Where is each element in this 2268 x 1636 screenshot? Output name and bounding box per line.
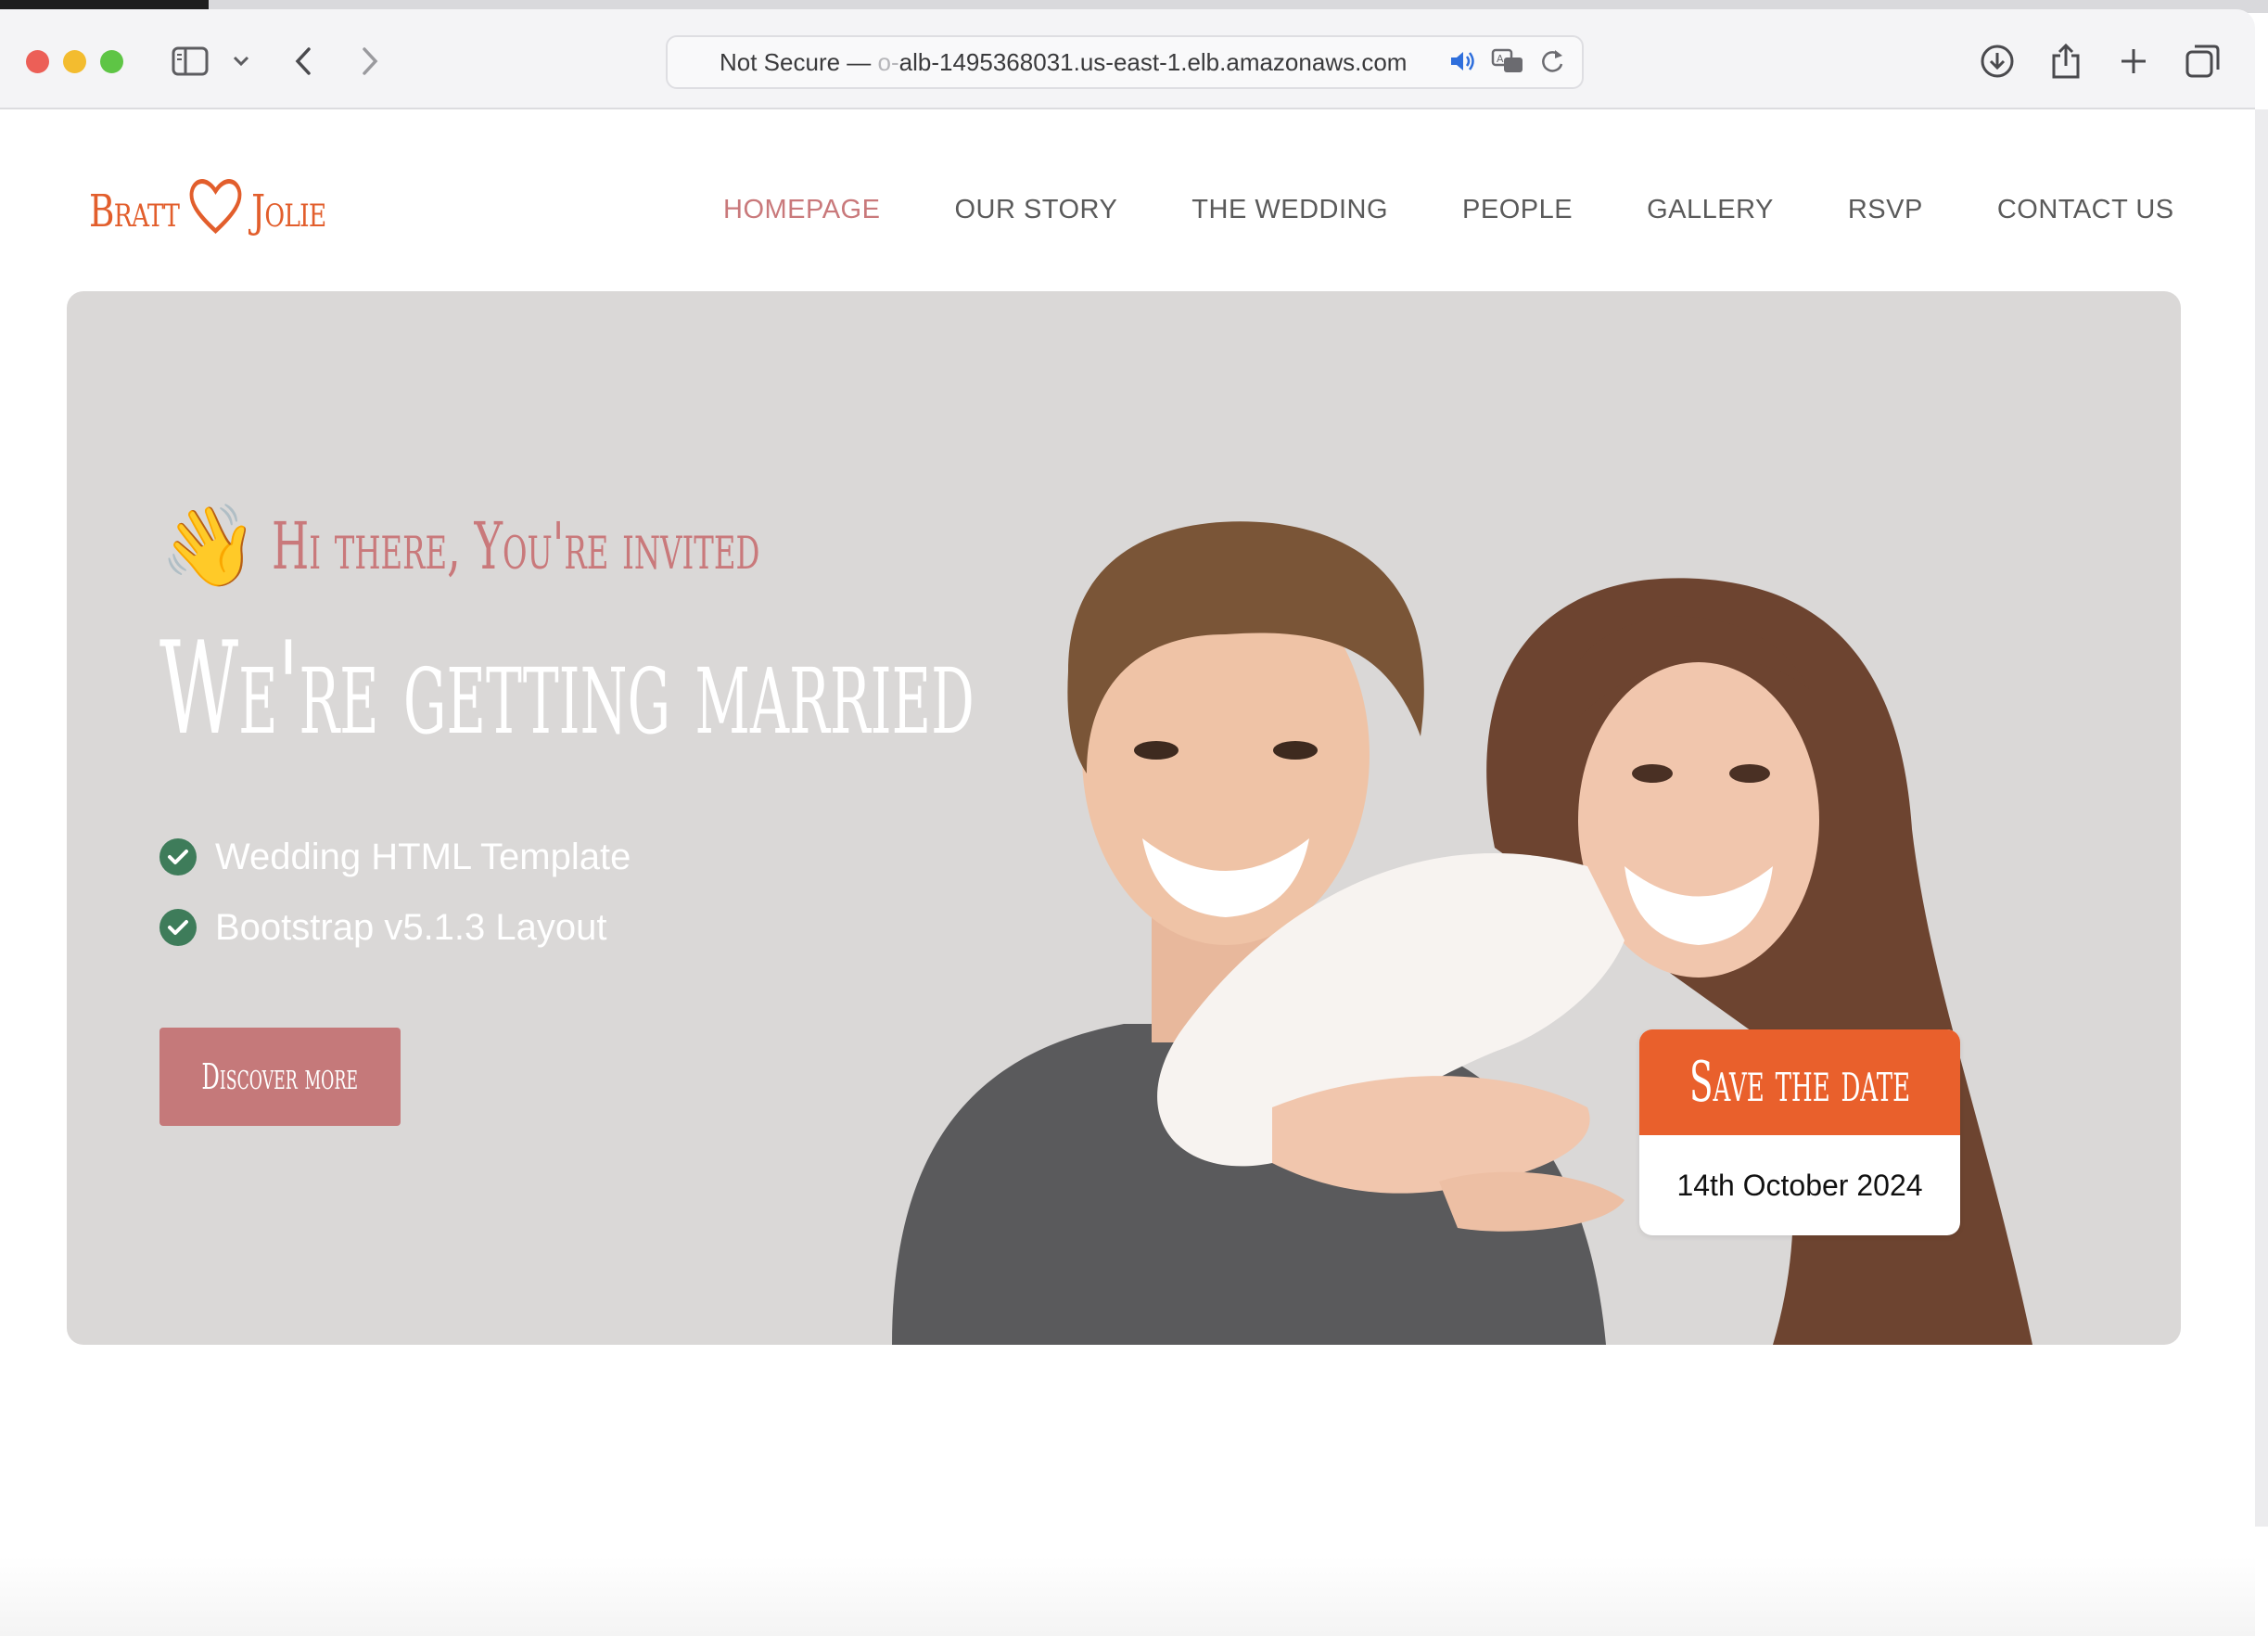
minimize-window-button[interactable]: [63, 50, 86, 73]
page-bottom: [0, 1556, 2255, 1636]
save-the-date-card: Save the date 14th October 2024: [1639, 1029, 1960, 1235]
feature-list: Wedding HTML Template Bootstrap v5.1.3 L…: [159, 822, 631, 963]
feature-text: Bootstrap v5.1.3 Layout: [215, 906, 607, 948]
feature-text: Wedding HTML Template: [215, 836, 631, 877]
hero-headline: We're getting married: [159, 614, 975, 763]
nav-people[interactable]: PEOPLE: [1462, 195, 1573, 225]
hero-section: 👋 Hi there, You're invited We're getting…: [67, 291, 2181, 1345]
nav-the-wedding[interactable]: THE WEDDING: [1191, 195, 1388, 225]
save-the-date-title: Save the date: [1639, 1029, 1960, 1135]
nav-gallery[interactable]: GALLERY: [1647, 195, 1774, 225]
discover-more-label: Discover more: [201, 1056, 359, 1097]
url-faded-prefix: o-: [877, 48, 899, 76]
main-nav: HOMEPAGE OUR STORY THE WEDDING PEOPLE GA…: [723, 182, 2174, 237]
logo-right-name: Jolie: [251, 185, 326, 237]
nav-rsvp[interactable]: RSVP: [1848, 195, 1923, 225]
logo-left-name: Bratt: [89, 185, 180, 237]
chevron-down-icon[interactable]: [224, 35, 258, 87]
list-item: Wedding HTML Template: [159, 822, 631, 892]
back-icon[interactable]: [284, 35, 323, 87]
nav-homepage[interactable]: HOMEPAGE: [723, 195, 880, 225]
speaker-icon[interactable]: [1448, 48, 1478, 79]
web-page: Bratt Jolie HOMEPAGE OUR STORY THE WEDDI…: [0, 109, 2255, 1636]
wedding-date: 14th October 2024: [1676, 1168, 1923, 1202]
zoom-window-button[interactable]: [100, 50, 123, 73]
forward-icon[interactable]: [350, 35, 389, 87]
download-icon[interactable]: [1973, 35, 2021, 87]
browser-toolbar: Not Secure — o-alb-1495368031.us-east-1.…: [0, 9, 2255, 109]
list-item: Bootstrap v5.1.3 Layout: [159, 892, 631, 963]
plus-icon[interactable]: [2110, 35, 2157, 87]
url-text: Not Secure — o-alb-1495368031.us-east-1.…: [720, 37, 1407, 87]
save-title-text: Save the date: [1688, 1050, 1911, 1115]
sidebar-icon[interactable]: [167, 35, 213, 87]
wave-icon: 👋: [159, 502, 260, 591]
url-security-label: Not Secure —: [720, 48, 872, 76]
translate-icon[interactable]: A: [1491, 47, 1526, 80]
site-logo[interactable]: Bratt Jolie: [89, 165, 326, 258]
check-icon: [159, 909, 197, 946]
close-window-button[interactable]: [26, 50, 49, 73]
heart-icon: [188, 175, 243, 248]
share-icon[interactable]: [2042, 35, 2090, 87]
url-host: alb-1495368031.us-east-1.elb.amazonaws.c…: [898, 48, 1408, 76]
greeting-text: Hi there, You're invited: [272, 508, 760, 584]
svg-text:A: A: [1497, 53, 1504, 65]
tabs-icon[interactable]: [2179, 35, 2227, 87]
reload-icon[interactable]: [1539, 47, 1565, 80]
nav-contact-us[interactable]: CONTACT US: [1997, 195, 2174, 225]
nav-our-story[interactable]: OUR STORY: [954, 195, 1117, 225]
check-icon: [159, 838, 197, 876]
scrollbar[interactable]: [2255, 109, 2268, 1527]
greeting: 👋 Hi there, You're invited: [159, 506, 1012, 586]
address-bar[interactable]: Not Secure — o-alb-1495368031.us-east-1.…: [666, 35, 1584, 89]
discover-more-button[interactable]: Discover more: [159, 1028, 401, 1126]
